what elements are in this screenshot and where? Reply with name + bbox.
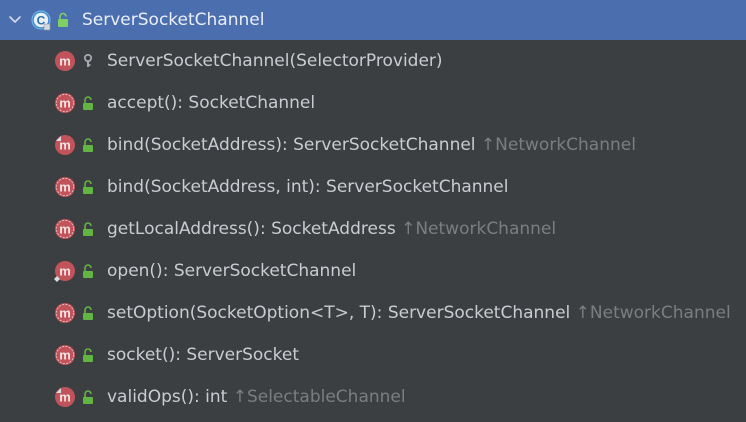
svg-text:m: m <box>59 179 71 194</box>
tree-node-class[interactable]: C ServerSocketChannel <box>0 0 746 40</box>
member-label: bind(SocketAddress): ServerSocketChannel… <box>107 124 636 166</box>
public-lock-icon <box>83 138 93 152</box>
inherited-from-label: ↑NetworkChannel <box>395 219 557 239</box>
member-label: bind(SocketAddress, int): ServerSocketCh… <box>107 166 509 208</box>
tree-node-member[interactable]: m open(): ServerSocketChannel <box>0 250 746 292</box>
public-lock-icon <box>83 264 93 278</box>
inherited-from-label: ↑NetworkChannel <box>475 135 636 155</box>
tree-node-member[interactable]: m accept(): SocketChannel <box>0 82 746 124</box>
member-signature: setOption(SocketOption<T>, T): ServerSoc… <box>107 303 571 323</box>
protected-key-icon <box>84 53 93 67</box>
chevron-down-icon[interactable] <box>8 13 22 27</box>
member-label: ServerSocketChannel(SelectorProvider) <box>107 40 443 82</box>
method-icon: m <box>55 177 75 197</box>
public-lock-icon <box>83 222 93 236</box>
tree-node-member[interactable]: m bind(SocketAddress, int): ServerSocketC… <box>0 166 746 208</box>
tree-node-member[interactable]: m validOps(): int ↑SelectableChannel <box>0 376 746 418</box>
svg-text:m: m <box>59 305 71 320</box>
method-icon: m <box>55 345 75 365</box>
svg-text:m: m <box>59 221 71 236</box>
member-signature: accept(): SocketChannel <box>107 93 316 113</box>
class-icon: C <box>31 10 51 31</box>
member-signature: bind(SocketAddress): ServerSocketChannel <box>107 135 476 155</box>
tree-node-member[interactable]: m ServerSocketChannel(SelectorProvider) <box>0 40 746 82</box>
public-lock-icon <box>83 306 93 320</box>
tree-node-member[interactable]: m socket(): ServerSocket <box>0 334 746 376</box>
inherited-from-label: ↑SelectableChannel <box>227 387 406 407</box>
member-signature: ServerSocketChannel(SelectorProvider) <box>107 51 443 71</box>
method-icon: m <box>55 93 75 113</box>
member-signature: socket(): ServerSocket <box>107 345 300 365</box>
method-icon: m <box>54 261 75 282</box>
public-lock-icon <box>83 348 93 362</box>
public-lock-icon <box>83 96 93 110</box>
member-signature: bind(SocketAddress, int): ServerSocketCh… <box>107 177 509 197</box>
method-icon: m <box>55 135 75 155</box>
member-label: setOption(SocketOption<T>, T): ServerSoc… <box>107 292 731 334</box>
member-label: getLocalAddress(): SocketAddress ↑Networ… <box>107 208 556 250</box>
structure-tree: C ServerSocketChannel m ServerSocketChann… <box>0 0 746 422</box>
svg-text:m: m <box>59 53 71 68</box>
member-signature: validOps(): int <box>107 387 228 407</box>
method-icon: m <box>55 219 75 239</box>
tree-node-member[interactable]: m getLocalAddress(): SocketAddress ↑Netwo… <box>0 208 746 250</box>
class-name: ServerSocketChannel <box>82 10 265 30</box>
method-icon: m <box>55 51 75 71</box>
member-signature: getLocalAddress(): SocketAddress <box>107 219 396 239</box>
member-label: validOps(): int ↑SelectableChannel <box>107 376 406 418</box>
public-lock-icon <box>58 12 68 27</box>
member-label: socket(): ServerSocket <box>107 334 299 376</box>
tree-node-member[interactable]: m setOption(SocketOption<T>, T): ServerSo… <box>0 292 746 334</box>
member-label: open(): ServerSocketChannel <box>107 250 356 292</box>
svg-text:m: m <box>59 95 71 110</box>
svg-text:m: m <box>59 263 71 278</box>
method-icon: m <box>55 387 75 407</box>
member-label: accept(): SocketChannel <box>107 82 315 124</box>
public-lock-icon <box>83 390 93 404</box>
member-signature: open(): ServerSocketChannel <box>107 261 357 281</box>
svg-text:m: m <box>59 347 71 362</box>
tree-node-member[interactable]: m bind(SocketAddress): ServerSocketChanne… <box>0 124 746 166</box>
public-lock-icon <box>83 180 93 194</box>
inherited-from-label: ↑NetworkChannel <box>570 303 731 323</box>
method-icon: m <box>55 303 75 323</box>
